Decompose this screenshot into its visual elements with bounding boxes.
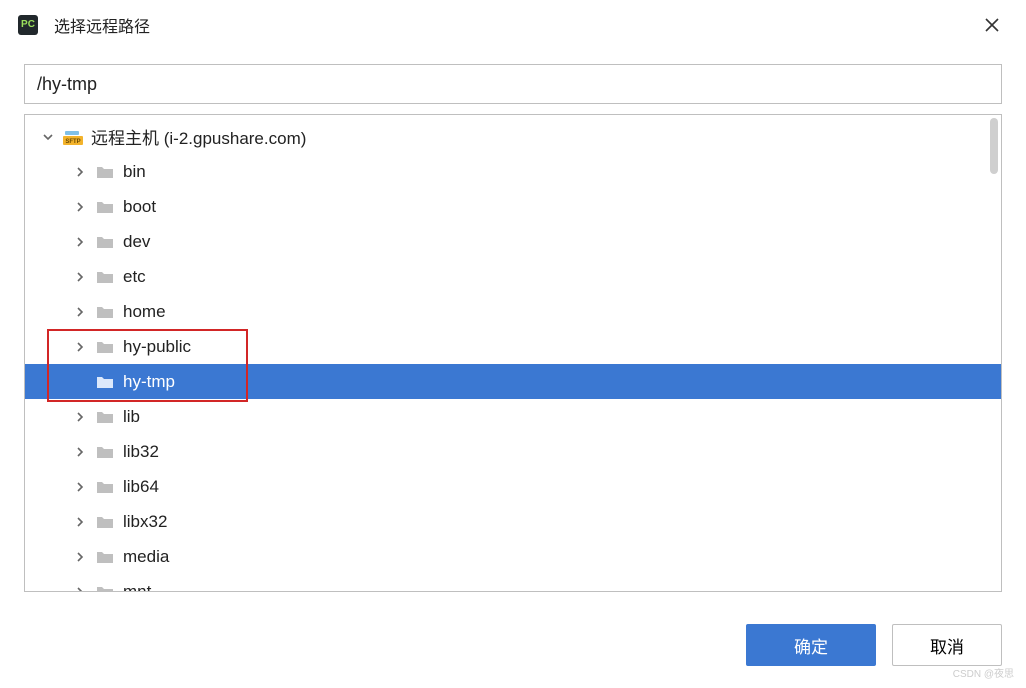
tree-body[interactable]: SFTP 远程主机 (i-2.gpushare.com) bin boot dev e… [25, 115, 1001, 591]
cancel-button[interactable]: 取消 [892, 624, 1002, 666]
close-button[interactable] [976, 9, 1008, 41]
folder-icon [95, 268, 115, 286]
path-input-container [24, 64, 1002, 104]
chevron-right-icon[interactable] [71, 443, 89, 461]
tree-item-label: home [123, 302, 166, 322]
tree-item-label: lib [123, 407, 140, 427]
chevron-right-icon[interactable] [71, 233, 89, 251]
chevron-right-icon[interactable] [71, 163, 89, 181]
tree-item-mnt[interactable]: mnt [25, 574, 1001, 591]
tree-item-dev[interactable]: dev [25, 224, 1001, 259]
chevron-right-icon[interactable] [71, 268, 89, 286]
tree-item-label: libx32 [123, 512, 167, 532]
folder-icon [95, 163, 115, 181]
chevron-right-icon[interactable] [71, 548, 89, 566]
tree-root[interactable]: SFTP 远程主机 (i-2.gpushare.com) [25, 119, 1001, 154]
tree-item-label: etc [123, 267, 146, 287]
pycharm-icon: PC [18, 15, 38, 35]
tree-item-label: bin [123, 162, 146, 182]
tree-item-label: hy-public [123, 337, 191, 357]
folder-icon [95, 233, 115, 251]
tree-item-label: media [123, 547, 169, 567]
tree-container: SFTP 远程主机 (i-2.gpushare.com) bin boot dev e… [24, 114, 1002, 592]
folder-icon [95, 338, 115, 356]
scrollbar-thumb[interactable] [990, 118, 998, 174]
tree-item-hy-public[interactable]: hy-public [25, 329, 1001, 364]
watermark: CSDN @夜思 [953, 665, 1014, 680]
tree-root-label: 远程主机 (i-2.gpushare.com) [91, 124, 306, 149]
title-bar: PC 选择远程路径 [0, 0, 1026, 50]
tree-item-libx32[interactable]: libx32 [25, 504, 1001, 539]
chevron-right-icon[interactable] [71, 338, 89, 356]
tree-item-hy-tmp[interactable]: hy-tmp [25, 364, 1001, 399]
chevron-right-icon[interactable] [71, 408, 89, 426]
tree-item-media[interactable]: media [25, 539, 1001, 574]
tree-item-label: lib32 [123, 442, 159, 462]
chevron-right-icon[interactable] [71, 303, 89, 321]
tree-item-lib32[interactable]: lib32 [25, 434, 1001, 469]
folder-icon [95, 513, 115, 531]
scrollbar[interactable] [986, 116, 1000, 590]
tree-item-etc[interactable]: etc [25, 259, 1001, 294]
tree-item-lib64[interactable]: lib64 [25, 469, 1001, 504]
tree-item-lib[interactable]: lib [25, 399, 1001, 434]
chevron-down-icon[interactable] [39, 128, 57, 146]
chevron-right-icon[interactable] [71, 198, 89, 216]
folder-icon [95, 583, 115, 592]
button-bar: 确定 取消 [746, 624, 1002, 666]
tree-item-label: boot [123, 197, 156, 217]
path-input[interactable] [24, 64, 1002, 104]
tree-item-home[interactable]: home [25, 294, 1001, 329]
tree-item-label: dev [123, 232, 150, 252]
chevron-right-icon[interactable] [71, 583, 89, 592]
tree-item-bin[interactable]: bin [25, 154, 1001, 189]
chevron-right-icon[interactable] [71, 478, 89, 496]
tree-item-label: mnt [123, 582, 151, 592]
tree-item-label: hy-tmp [123, 372, 175, 392]
folder-icon [95, 443, 115, 461]
window-title: 选择远程路径 [54, 13, 960, 37]
tree-item-label: lib64 [123, 477, 159, 497]
svg-text:SFTP: SFTP [65, 139, 80, 145]
sftp-icon: SFTP [63, 128, 83, 146]
close-icon [985, 18, 999, 32]
folder-icon [95, 303, 115, 321]
folder-icon [95, 373, 115, 391]
folder-icon [95, 198, 115, 216]
folder-icon [95, 548, 115, 566]
folder-icon [95, 478, 115, 496]
ok-button[interactable]: 确定 [746, 624, 876, 666]
tree-item-boot[interactable]: boot [25, 189, 1001, 224]
chevron-right-icon[interactable] [71, 513, 89, 531]
folder-icon [95, 408, 115, 426]
